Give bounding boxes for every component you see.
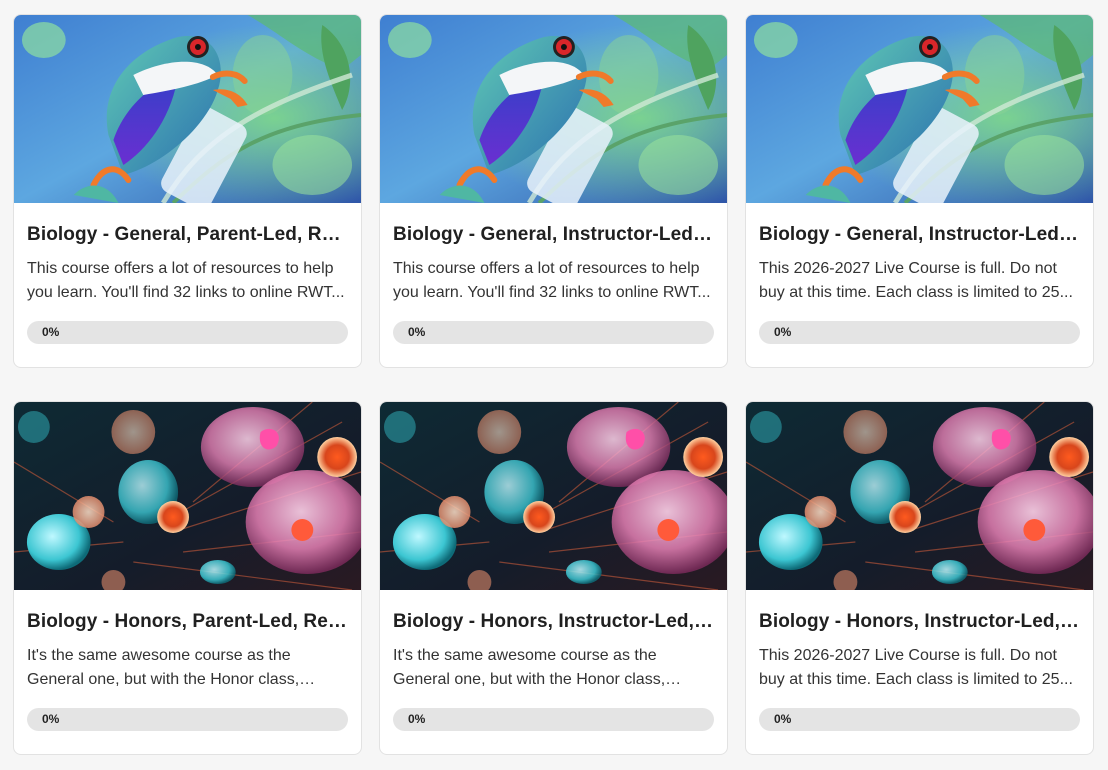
progress-bar: 0% (393, 321, 714, 344)
progress-label: 0% (42, 712, 60, 726)
progress-bar: 0% (393, 708, 714, 731)
course-description: This 2026-2027 Live Course is full. Do n… (759, 647, 1073, 688)
progress-label: 0% (408, 325, 426, 339)
course-title[interactable]: Biology - General, Instructor-Led, ... (759, 223, 1080, 247)
frog-image[interactable] (14, 15, 361, 203)
progress-bar: 0% (759, 708, 1080, 731)
course-card[interactable]: Biology - General, Parent-Led, Re... Thi… (13, 14, 362, 368)
progress-label: 0% (774, 712, 792, 726)
course-title[interactable]: Biology - Honors, Instructor-Led, ... (759, 610, 1080, 634)
course-description: It's the same awesome course as the Gene… (393, 647, 666, 688)
progress-label: 0% (42, 325, 60, 339)
course-card[interactable]: Biology - Honors, Instructor-Led, ... Th… (745, 401, 1094, 755)
cells-image[interactable] (14, 402, 361, 590)
progress-bar: 0% (759, 321, 1080, 344)
cells-image[interactable] (380, 402, 727, 590)
course-description: This course offers a lot of resources to… (393, 260, 711, 301)
progress-label: 0% (408, 712, 426, 726)
course-grid: Biology - General, Parent-Led, Re... Thi… (13, 14, 1094, 755)
course-title[interactable]: Biology - Honors, Parent-Led, Rec... (27, 610, 348, 634)
frog-image[interactable] (380, 15, 727, 203)
course-title[interactable]: Biology - General, Instructor-Led, ... (393, 223, 714, 247)
course-description: This 2026-2027 Live Course is full. Do n… (759, 260, 1073, 301)
cells-image[interactable] (746, 402, 1093, 590)
course-card[interactable]: Biology - Honors, Parent-Led, Rec... It'… (13, 401, 362, 755)
course-title[interactable]: Biology - Honors, Instructor-Led, ... (393, 610, 714, 634)
course-title[interactable]: Biology - General, Parent-Led, Re... (27, 223, 348, 247)
course-description: It's the same awesome course as the Gene… (27, 647, 300, 688)
progress-bar: 0% (27, 321, 348, 344)
course-description: This course offers a lot of resources to… (27, 260, 345, 301)
progress-bar: 0% (27, 708, 348, 731)
course-card[interactable]: Biology - General, Instructor-Led, ... T… (379, 14, 728, 368)
course-card[interactable]: Biology - General, Instructor-Led, ... T… (745, 14, 1094, 368)
frog-image[interactable] (746, 15, 1093, 203)
course-card[interactable]: Biology - Honors, Instructor-Led, ... It… (379, 401, 728, 755)
progress-label: 0% (774, 325, 792, 339)
